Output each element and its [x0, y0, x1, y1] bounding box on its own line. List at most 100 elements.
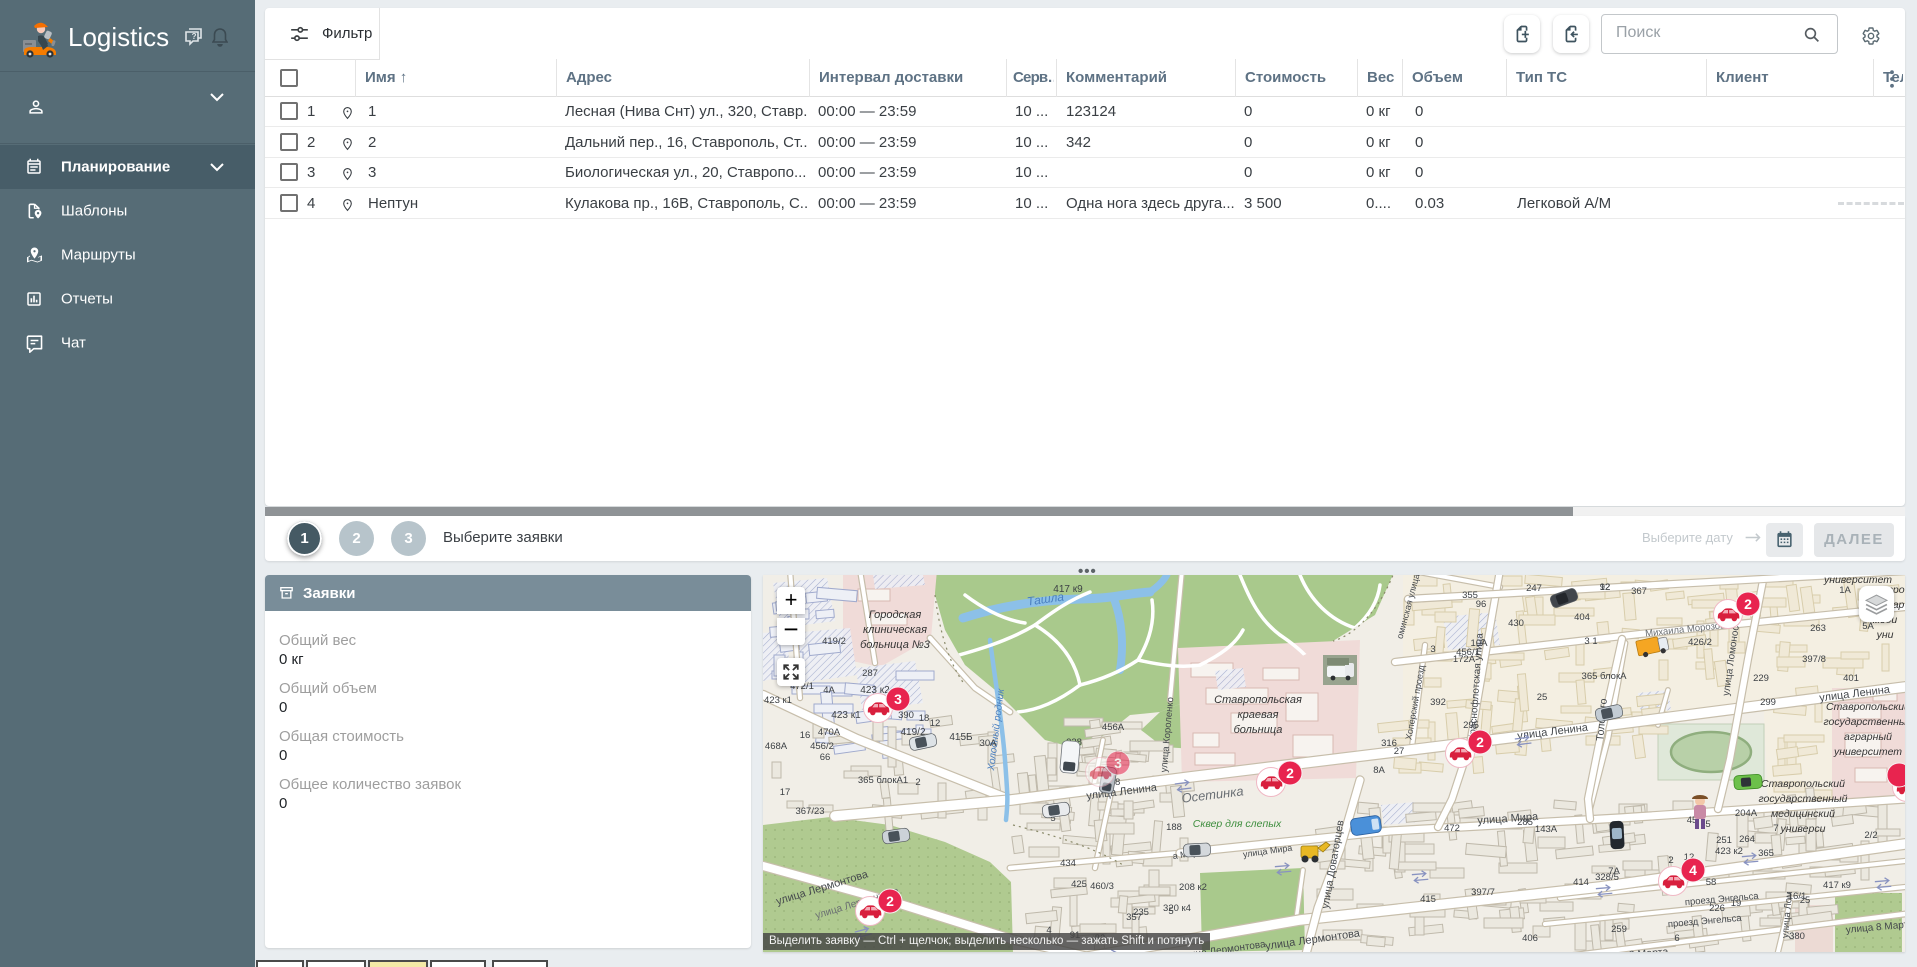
svg-text:355: 355 [1462, 590, 1478, 601]
svg-text:208 к2: 208 к2 [1179, 882, 1207, 893]
svg-text:426/2: 426/2 [1688, 637, 1712, 648]
svg-text:2/2: 2/2 [1864, 830, 1877, 841]
svg-text:470А: 470А [818, 727, 841, 738]
svg-text:251: 251 [1716, 835, 1732, 846]
svg-text:365: 365 [1758, 848, 1774, 859]
svg-text:универси: универси [1780, 823, 1826, 835]
svg-text:423 к2: 423 к2 [1715, 846, 1743, 857]
svg-text:2: 2 [886, 893, 894, 909]
svg-text:397/7: 397/7 [1471, 887, 1495, 898]
svg-text:12: 12 [1600, 582, 1611, 593]
svg-text:3 1: 3 1 [1584, 636, 1597, 647]
svg-text:414: 414 [1573, 877, 1589, 888]
svg-text:188: 188 [1166, 822, 1182, 833]
svg-text:365 блокА1: 365 блокА1 [858, 775, 908, 786]
svg-text:1А: 1А [1839, 585, 1851, 596]
svg-text:5: 5 [1705, 819, 1710, 830]
svg-text:460/3: 460/3 [1090, 881, 1114, 892]
svg-text:295: 295 [1463, 720, 1479, 731]
svg-text:247: 247 [1526, 583, 1542, 594]
svg-text:365 блокА: 365 блокА [1582, 671, 1628, 682]
svg-text:8А: 8А [1373, 765, 1385, 776]
svg-text:425: 425 [1071, 879, 1087, 890]
svg-text:229: 229 [1753, 673, 1769, 684]
svg-text:401: 401 [1843, 673, 1859, 684]
svg-text:Городская: Городская [869, 609, 922, 621]
svg-text:больница №3: больница №3 [860, 639, 931, 651]
svg-text:406: 406 [1522, 933, 1538, 944]
svg-text:27: 27 [1394, 746, 1405, 757]
svg-text:Ставропольская: Ставропольская [1214, 694, 1302, 706]
svg-text:390: 390 [898, 710, 914, 721]
svg-text:2: 2 [1476, 734, 1484, 750]
svg-text:456/2: 456/2 [810, 741, 834, 752]
svg-text:434: 434 [1060, 858, 1076, 869]
svg-text:143А: 143А [1535, 824, 1558, 835]
svg-text:университет: университет [1833, 746, 1902, 758]
svg-text:16: 16 [800, 730, 811, 741]
svg-text:415: 415 [1420, 894, 1436, 905]
svg-text:392: 392 [1430, 697, 1446, 708]
svg-text:18: 18 [919, 713, 930, 724]
svg-text:25: 25 [1537, 692, 1548, 703]
svg-text:Сквер для слепых: Сквер для слепых [1193, 818, 1282, 830]
svg-text:204А: 204А [1735, 808, 1758, 819]
svg-text:17: 17 [780, 787, 791, 798]
svg-text:7: 7 [1773, 823, 1778, 834]
svg-text:404: 404 [1574, 612, 1590, 623]
svg-text:419/2: 419/2 [822, 636, 846, 647]
svg-text:государственный: государственный [1759, 793, 1848, 805]
svg-text:4: 4 [1689, 862, 1697, 878]
svg-text:472: 472 [1444, 823, 1460, 834]
svg-text:медицинский: медицинский [1771, 808, 1835, 820]
svg-text:415Б: 415Б [949, 732, 973, 743]
svg-text:357: 357 [1126, 912, 1142, 923]
svg-text:4А: 4А [823, 685, 835, 696]
svg-text:6: 6 [1674, 933, 1679, 944]
svg-text:5: 5 [1168, 906, 1173, 917]
svg-text:456/1: 456/1 [1456, 647, 1480, 658]
svg-text:423 к1: 423 к1 [831, 710, 861, 721]
svg-text:226: 226 [1709, 903, 1725, 914]
svg-text:263: 263 [1810, 623, 1826, 634]
svg-text:417 к9: 417 к9 [1823, 880, 1851, 891]
svg-text:3: 3 [1114, 755, 1122, 771]
svg-text:3: 3 [1430, 644, 1435, 655]
svg-text:?: ? [192, 32, 197, 41]
svg-text:430: 430 [1508, 618, 1524, 629]
svg-text:367: 367 [1631, 586, 1647, 597]
svg-text:Ставропольский: Ставропольский [1761, 778, 1845, 790]
svg-text:58: 58 [1706, 877, 1717, 888]
svg-text:25: 25 [1800, 895, 1811, 906]
svg-text:259: 259 [1611, 924, 1627, 935]
svg-text:уни: уни [1876, 629, 1894, 641]
svg-text:299: 299 [1760, 697, 1776, 708]
svg-text:367/23: 367/23 [795, 806, 824, 817]
svg-text:12: 12 [930, 718, 941, 729]
svg-text:аграрный: аграрный [1844, 731, 1892, 743]
svg-text:287: 287 [862, 668, 878, 679]
svg-text:Ставропольский: Ставропольский [1826, 701, 1905, 713]
svg-text:2: 2 [915, 777, 920, 788]
svg-text:380: 380 [1789, 931, 1805, 942]
svg-text:краевая: краевая [1237, 709, 1278, 721]
svg-text:больница: больница [1234, 724, 1283, 736]
svg-text:417 к9: 417 к9 [1053, 584, 1083, 595]
svg-text:5А: 5А [1862, 621, 1874, 632]
svg-text:университет: университет [1823, 575, 1892, 586]
svg-text:397/8: 397/8 [1802, 654, 1826, 665]
svg-text:государственный: государственный [1824, 716, 1905, 728]
svg-text:264: 264 [1739, 834, 1755, 845]
svg-text:3: 3 [894, 691, 902, 707]
svg-text:456А: 456А [1102, 722, 1125, 733]
svg-text:2: 2 [1744, 596, 1752, 612]
svg-text:285: 285 [1517, 817, 1533, 828]
svg-text:2: 2 [1286, 765, 1294, 781]
svg-text:30А: 30А [980, 738, 998, 749]
svg-text:клиническая: клиническая [863, 624, 927, 636]
svg-text:423 к1: 423 к1 [764, 695, 792, 706]
svg-text:468А: 468А [765, 741, 788, 752]
svg-text:66: 66 [820, 752, 831, 763]
svg-text:19: 19 [1731, 898, 1742, 909]
svg-text:2: 2 [1668, 855, 1673, 866]
